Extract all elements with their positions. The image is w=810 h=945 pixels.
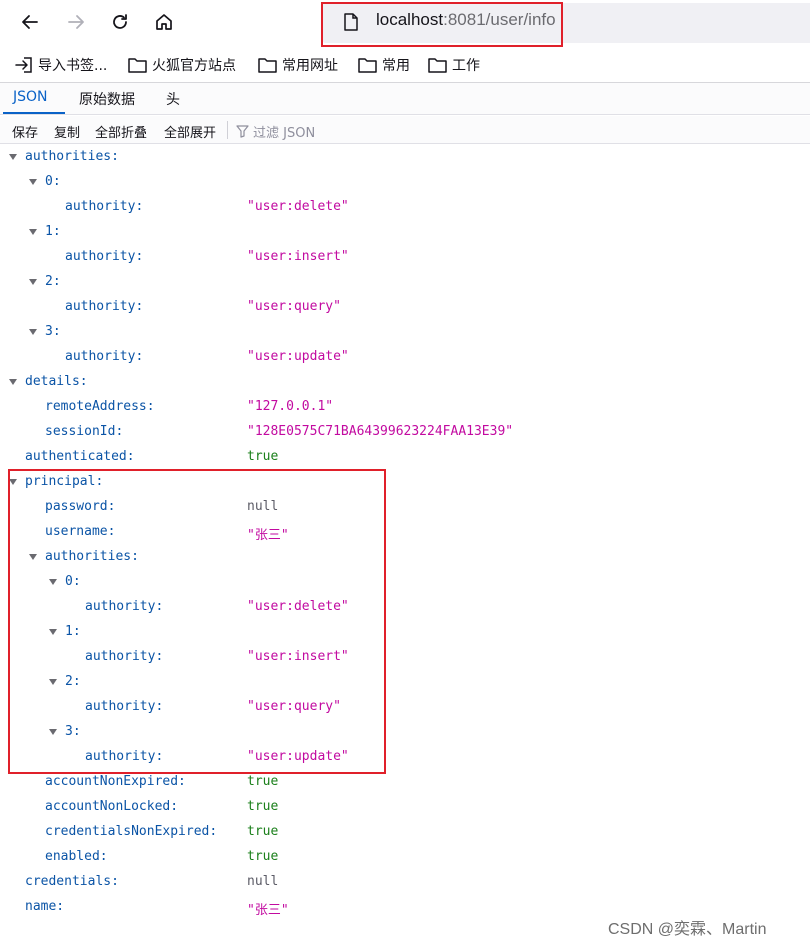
json-value: "127.0.0.1" [247, 399, 334, 414]
bookmark-label: 火狐官方站点 [152, 58, 236, 74]
json-key: credentialsNonExpired: [45, 824, 218, 839]
expand-toggle-icon[interactable] [29, 179, 37, 185]
json-row: remoteAddress: "127.0.0.1" [0, 395, 810, 420]
active-tab-indicator [3, 112, 65, 114]
json-row: accountNonLocked: true [0, 795, 810, 820]
json-key: authenticated: [25, 449, 135, 464]
json-value: "user:insert" [247, 249, 349, 264]
json-key: 0: [45, 174, 61, 189]
json-key: enabled: [45, 849, 108, 864]
import-icon [15, 57, 32, 73]
json-row: enabled: true [0, 845, 810, 870]
json-key: authority: [65, 299, 144, 314]
watermark: CSDN @奕霖、Martin [608, 921, 767, 938]
json-key: 1: [45, 224, 61, 239]
json-value: true [247, 774, 279, 789]
folder-icon [428, 58, 447, 73]
json-key: authorities: [25, 149, 119, 164]
json-row: credentials: null [0, 870, 810, 895]
tab-raw-data[interactable]: 原始数据 [79, 89, 135, 109]
json-value: "user:update" [247, 349, 349, 364]
json-row: credentialsNonExpired: true [0, 820, 810, 845]
bookmark-folder-common[interactable]: 常用 [358, 55, 410, 75]
forward-arrow-icon [68, 15, 84, 29]
folder-icon [258, 58, 277, 73]
filter-placeholder: 过滤 JSON [253, 126, 316, 141]
json-key: credentials: [25, 874, 119, 889]
toolbar-divider [227, 121, 228, 139]
json-key: authority: [65, 349, 144, 364]
json-key: accountNonExpired: [45, 774, 186, 789]
json-value: true [247, 824, 279, 839]
json-value: "张三" [247, 903, 289, 918]
json-row: authority: "user:delete" [0, 195, 810, 220]
json-key: name: [25, 899, 65, 914]
reload-icon [113, 14, 127, 29]
json-key: details: [25, 374, 88, 389]
json-key: remoteAddress: [45, 399, 155, 414]
forward-button[interactable] [60, 6, 92, 38]
json-toolbar: 保存 复制 全部折叠 全部展开 过滤 JSON [0, 116, 810, 144]
navigation-toolbar: localhost:8081/user/info [0, 0, 810, 47]
json-row: authority: "user:update" [0, 345, 810, 370]
json-row[interactable]: authorities: [0, 145, 810, 170]
expand-toggle-icon[interactable] [29, 279, 37, 285]
json-key: authority: [65, 249, 144, 264]
json-key: authority: [65, 199, 144, 214]
json-row[interactable]: 1: [0, 220, 810, 245]
json-key: 3: [45, 324, 61, 339]
home-icon [156, 14, 172, 30]
json-value: true [247, 799, 279, 814]
save-button[interactable]: 保存 [12, 122, 38, 141]
json-row: authority: "user:insert" [0, 245, 810, 270]
url-highlight-box [321, 2, 563, 47]
reload-button[interactable] [104, 6, 136, 38]
json-value: "user:delete" [247, 199, 349, 214]
bookmark-folder-common-sites[interactable]: 常用网址 [258, 55, 338, 75]
folder-icon [358, 58, 377, 73]
json-row: sessionId: "128E0575C71BA64399623224FAA13… [0, 420, 810, 445]
expand-toggle-icon[interactable] [29, 229, 37, 235]
json-key: accountNonLocked: [45, 799, 179, 814]
principal-highlight-box [8, 469, 386, 774]
back-button[interactable] [14, 6, 46, 38]
json-row[interactable]: 0: [0, 170, 810, 195]
json-value: null [247, 874, 279, 889]
bookmark-label: 常用 [382, 58, 410, 74]
json-value: true [247, 849, 279, 864]
bookmark-import[interactable]: 导入书签... [15, 55, 107, 75]
expand-toggle-icon[interactable] [9, 379, 17, 385]
filter-icon [236, 125, 249, 138]
collapse-all-button[interactable]: 全部折叠 [95, 122, 147, 141]
json-value: "128E0575C71BA64399623224FAA13E39" [247, 424, 514, 439]
bookmarks-toolbar: 导入书签... 火狐官方站点 常用网址 常用 工作 [0, 46, 810, 82]
bookmark-label: 工作 [452, 58, 480, 74]
json-key: 2: [45, 274, 61, 289]
bookmark-label: 常用网址 [282, 58, 338, 74]
back-arrow-icon [22, 15, 38, 29]
tab-headers[interactable]: 头 [166, 89, 180, 109]
json-row: authority: "user:query" [0, 295, 810, 320]
expand-toggle-icon[interactable] [9, 154, 17, 160]
expand-all-button[interactable]: 全部展开 [164, 122, 216, 141]
json-row[interactable]: 2: [0, 270, 810, 295]
json-value: "user:query" [247, 299, 341, 314]
json-value: true [247, 449, 279, 464]
json-row[interactable]: 3: [0, 320, 810, 345]
home-button[interactable] [148, 6, 180, 38]
copy-button[interactable]: 复制 [54, 122, 80, 141]
tab-json[interactable]: JSON [13, 89, 48, 105]
json-key: sessionId: [45, 424, 124, 439]
folder-icon [128, 58, 147, 73]
filter-json-input[interactable]: 过滤 JSON [236, 122, 315, 141]
bookmark-folder-firefox[interactable]: 火狐官方站点 [128, 55, 236, 75]
bookmark-folder-work[interactable]: 工作 [428, 55, 480, 75]
expand-toggle-icon[interactable] [29, 329, 37, 335]
json-row: authenticated: true [0, 445, 810, 470]
json-row[interactable]: details: [0, 370, 810, 395]
bookmark-label: 导入书签... [38, 58, 108, 74]
json-viewer-tabs: JSON 原始数据 头 [0, 83, 810, 115]
